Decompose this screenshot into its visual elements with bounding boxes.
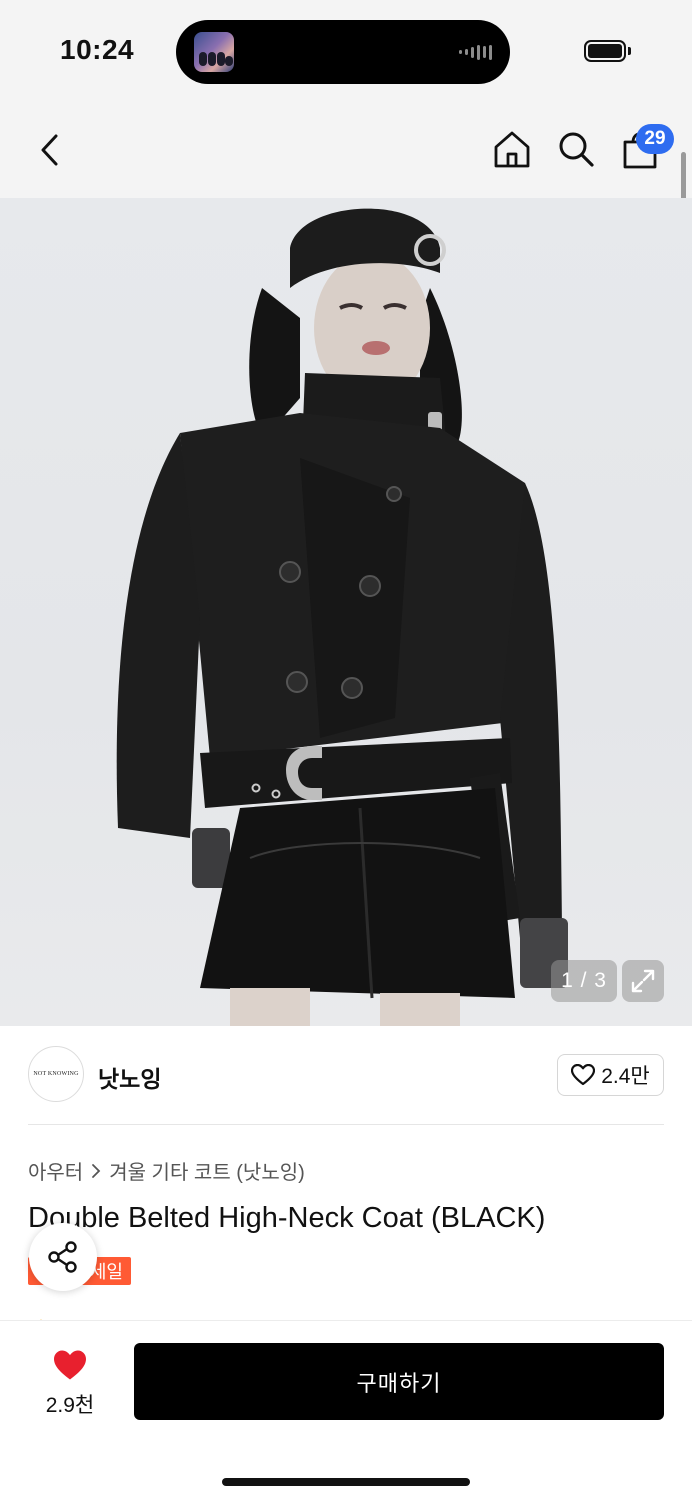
home-icon [494,131,530,168]
status-time: 10:24 [60,34,135,65]
now-playing-thumbnail [194,32,234,72]
chevron-right-icon [92,1163,101,1178]
share-button[interactable] [29,1223,97,1291]
brand-like-button[interactable]: 2.4만 [557,1054,664,1096]
status-bar: 10:24 [0,0,692,100]
audio-waveform-icon [459,44,492,60]
dynamic-island[interactable] [176,20,510,84]
heart-filled-icon [54,1350,86,1380]
share-icon [48,1241,77,1273]
brand-name[interactable]: 낫노잉 [98,1060,161,1094]
brand-row: NOT KNOWING 낫노잉 2.4만 [0,1026,692,1126]
breadcrumb-item-subcategory[interactable]: 겨울 기타 코트 (낫노잉) [109,1156,305,1185]
nav-header [0,100,692,198]
breadcrumb-item-category[interactable]: 아우터 [28,1156,83,1185]
back-button[interactable] [26,126,74,174]
breadcrumb: 아우터 겨울 기타 코트 (낫노잉) [28,1156,305,1185]
heart-outline-icon [571,1064,596,1086]
expand-image-button[interactable] [622,960,664,1002]
home-button[interactable] [488,124,536,174]
expand-icon [631,969,655,993]
home-indicator[interactable] [222,1478,470,1486]
product-title: Double Belted High-Neck Coat (BLACK) [28,1202,546,1234]
cart-count-badge: 29 [636,124,674,154]
bottom-action-bar: 2.9천 구매하기 [0,1320,692,1500]
section-divider [28,1124,664,1125]
battery-nub [628,47,631,55]
search-icon [559,132,594,167]
search-button[interactable] [552,124,600,174]
product-photo-illustration [116,208,568,1026]
battery-icon [584,40,626,62]
brand-like-count: 2.4만 [601,1065,650,1088]
product-image[interactable] [0,198,692,1026]
favorite-button[interactable]: 2.9천 [38,1349,102,1419]
brand-logo[interactable]: NOT KNOWING [28,1046,84,1102]
chevron-left-icon [41,134,58,166]
favorite-count: 2.9천 [45,1394,95,1417]
buy-button[interactable]: 구매하기 [134,1343,664,1420]
image-counter: 1 / 3 [551,960,617,1002]
